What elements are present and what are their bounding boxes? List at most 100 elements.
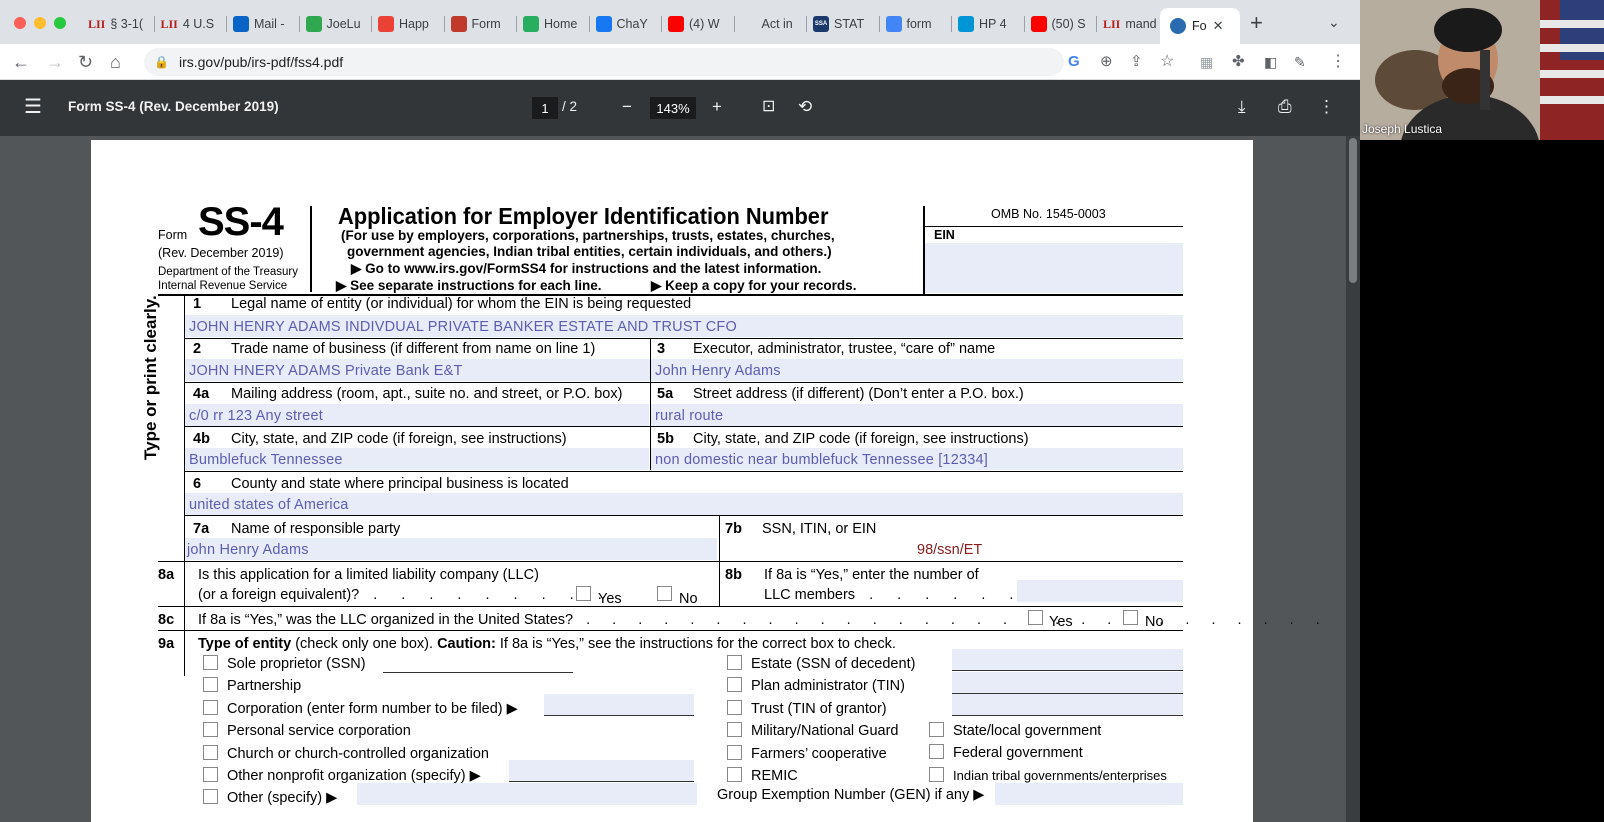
print-icon[interactable]: ⎙ <box>1278 96 1292 118</box>
zoom-icon[interactable]: ⊕ <box>1100 50 1113 74</box>
sole-proprietor-ssn-line[interactable] <box>383 672 573 673</box>
home-icon[interactable]: ⌂ <box>110 50 121 74</box>
tab-bar: LII § 3-1(LII 4 U.S Mail - JoeLu Happ Form Home… <box>0 0 1360 44</box>
gen-field[interactable] <box>995 783 1183 805</box>
tab-14[interactable]: LII mand <box>1097 12 1170 36</box>
share-icon[interactable]: ⇪ <box>1130 50 1143 74</box>
address-bar[interactable]: 🔒 irs.gov/pub/irs-pdf/fss4.pdf <box>144 48 1064 76</box>
entities_mid-checkbox-3[interactable] <box>727 722 742 738</box>
tab-8[interactable]: (4) W <box>662 12 735 36</box>
zoom-out-icon[interactable]: − <box>622 96 632 118</box>
download-icon[interactable]: ⤓ <box>1238 96 1246 118</box>
line-8a-yes-checkbox[interactable] <box>576 586 591 601</box>
tab-11[interactable]: form <box>880 12 952 36</box>
forward-arrow-icon[interactable]: → <box>46 50 64 74</box>
zoom-in-icon[interactable]: + <box>712 96 722 118</box>
line-8a-no-checkbox[interactable] <box>657 586 672 601</box>
tab-label: Happ <box>399 17 429 31</box>
entities_left-checkbox-5[interactable] <box>203 767 218 782</box>
tab-6[interactable]: Home <box>517 12 590 36</box>
left-border <box>184 296 185 676</box>
line-5a-field[interactable] <box>651 404 1183 426</box>
corporation-form-field[interactable] <box>544 694 694 716</box>
other-specify-field[interactable] <box>357 783 697 805</box>
bookmark-star-icon[interactable]: ☆ <box>1160 50 1174 74</box>
line-3-number: 3 <box>657 341 666 357</box>
rule-3 <box>185 426 1183 427</box>
ein-field[interactable] <box>925 243 1183 293</box>
side-panel-icon[interactable]: ◧ <box>1264 50 1277 74</box>
rule-2 <box>185 382 1183 383</box>
new-tab-button[interactable]: + <box>1250 12 1263 34</box>
google-translate-icon[interactable]: G <box>1068 50 1080 74</box>
page-number-input[interactable]: 1 <box>532 97 558 119</box>
profile-icon[interactable]: ✎ <box>1294 50 1306 74</box>
youtube-icon <box>668 16 684 32</box>
fit-page-icon[interactable]: ⊡ <box>762 96 775 118</box>
trust-tin-field[interactable] <box>952 694 1183 716</box>
entities_left-checkbox-6[interactable] <box>203 789 218 805</box>
tab-label: Home <box>544 17 578 31</box>
extension-icon[interactable]: ▦ <box>1200 50 1213 74</box>
omb-number: OMB No. 1545-0003 <box>991 207 1106 221</box>
tab-5[interactable]: Form <box>445 12 517 36</box>
line-8b-label: If 8a is “Yes,” enter the number of <box>764 567 979 583</box>
tab-label: mand <box>1125 17 1157 31</box>
entities_left-checkbox-2[interactable] <box>203 699 218 715</box>
entities_mid-checkbox-2[interactable] <box>727 699 742 715</box>
tab-2[interactable]: Mail - <box>227 12 300 36</box>
form-subtitle-2: government agencies, Indian tribal entit… <box>347 244 832 259</box>
line-7b-value[interactable]: 98/ssn/ET <box>917 542 982 558</box>
facebook-icon <box>595 16 612 32</box>
maximize-window-button[interactable] <box>54 17 66 29</box>
line-2-value: JOHN HNERY ADAMS Private Bank E&T <box>189 363 463 379</box>
pdf-scrollbar[interactable] <box>1346 136 1360 822</box>
entities_left-checkbox-1[interactable] <box>203 677 218 693</box>
minimize-window-button[interactable] <box>34 17 46 29</box>
scrollbar-thumb[interactable] <box>1349 138 1357 283</box>
entities_left-checkbox-0[interactable] <box>203 655 218 670</box>
reload-icon[interactable]: ↻ <box>78 50 93 74</box>
entities_right-checkbox-1[interactable] <box>929 744 944 760</box>
zoom-level-input[interactable]: 143% <box>650 97 696 119</box>
line-8a-label: Is this application for a limited liabil… <box>198 567 539 583</box>
entities_left-checkbox-4[interactable] <box>203 744 218 760</box>
rotate-icon[interactable]: ⟲ <box>798 96 812 118</box>
tab-search-chevron-icon[interactable]: ⌄ <box>1328 14 1340 31</box>
entities_mid-checkbox-4[interactable] <box>727 744 742 760</box>
tab-10[interactable]: SSA STAT <box>807 12 880 36</box>
entities_mid-checkbox-1[interactable] <box>727 677 742 693</box>
line-5a-label: Street address (if different) (Don’t ent… <box>693 386 1024 402</box>
tab-0[interactable]: LII § 3-1( <box>82 12 155 36</box>
line-8c-yes-checkbox[interactable] <box>1028 610 1043 625</box>
tab-4[interactable]: Happ <box>372 12 445 36</box>
more-options-icon[interactable]: ⋮ <box>1318 96 1335 118</box>
tab-1[interactable]: LII 4 U.S <box>155 12 227 36</box>
tab-12[interactable]: HP 4 <box>952 12 1025 36</box>
entities_mid-label-4: Farmers’ cooperative <box>751 745 887 762</box>
menu-icon[interactable]: ☰ <box>24 96 42 118</box>
entities_right-checkbox-0[interactable] <box>929 722 944 737</box>
line-8c-no-checkbox[interactable] <box>1123 610 1138 625</box>
back-arrow-icon[interactable]: ← <box>12 50 30 74</box>
line-8b-field[interactable] <box>1017 580 1183 602</box>
browser-menu-icon[interactable]: ⋮ <box>1330 50 1346 74</box>
entities_mid-label-1: Plan administrator (TIN) <box>751 678 905 695</box>
tab-9[interactable]: Act in <box>735 12 807 36</box>
entities_right-checkbox-2[interactable] <box>929 766 944 782</box>
close-window-button[interactable] <box>14 17 26 29</box>
other-nonprofit-field[interactable] <box>509 760 694 782</box>
line-8c-no-label: No <box>1145 614 1164 630</box>
close-tab-icon[interactable]: ✕ <box>1213 18 1224 34</box>
tab-3[interactable]: JoeLu <box>300 12 372 36</box>
plan-admin-tin-field[interactable] <box>952 672 1183 694</box>
entities_mid-checkbox-5[interactable] <box>727 767 742 782</box>
entities_mid-checkbox-0[interactable] <box>727 655 742 670</box>
extensions-puzzle-icon[interactable]: ✤ <box>1232 50 1245 74</box>
tab-active[interactable]: Fo ✕ <box>1160 8 1240 44</box>
tab-13[interactable]: (50) S <box>1025 12 1097 36</box>
tab-7[interactable]: ChaY <box>590 12 662 36</box>
line-7a-number: 7a <box>193 521 210 537</box>
entities_left-checkbox-3[interactable] <box>203 722 218 738</box>
estate-ssn-field[interactable] <box>952 649 1183 671</box>
